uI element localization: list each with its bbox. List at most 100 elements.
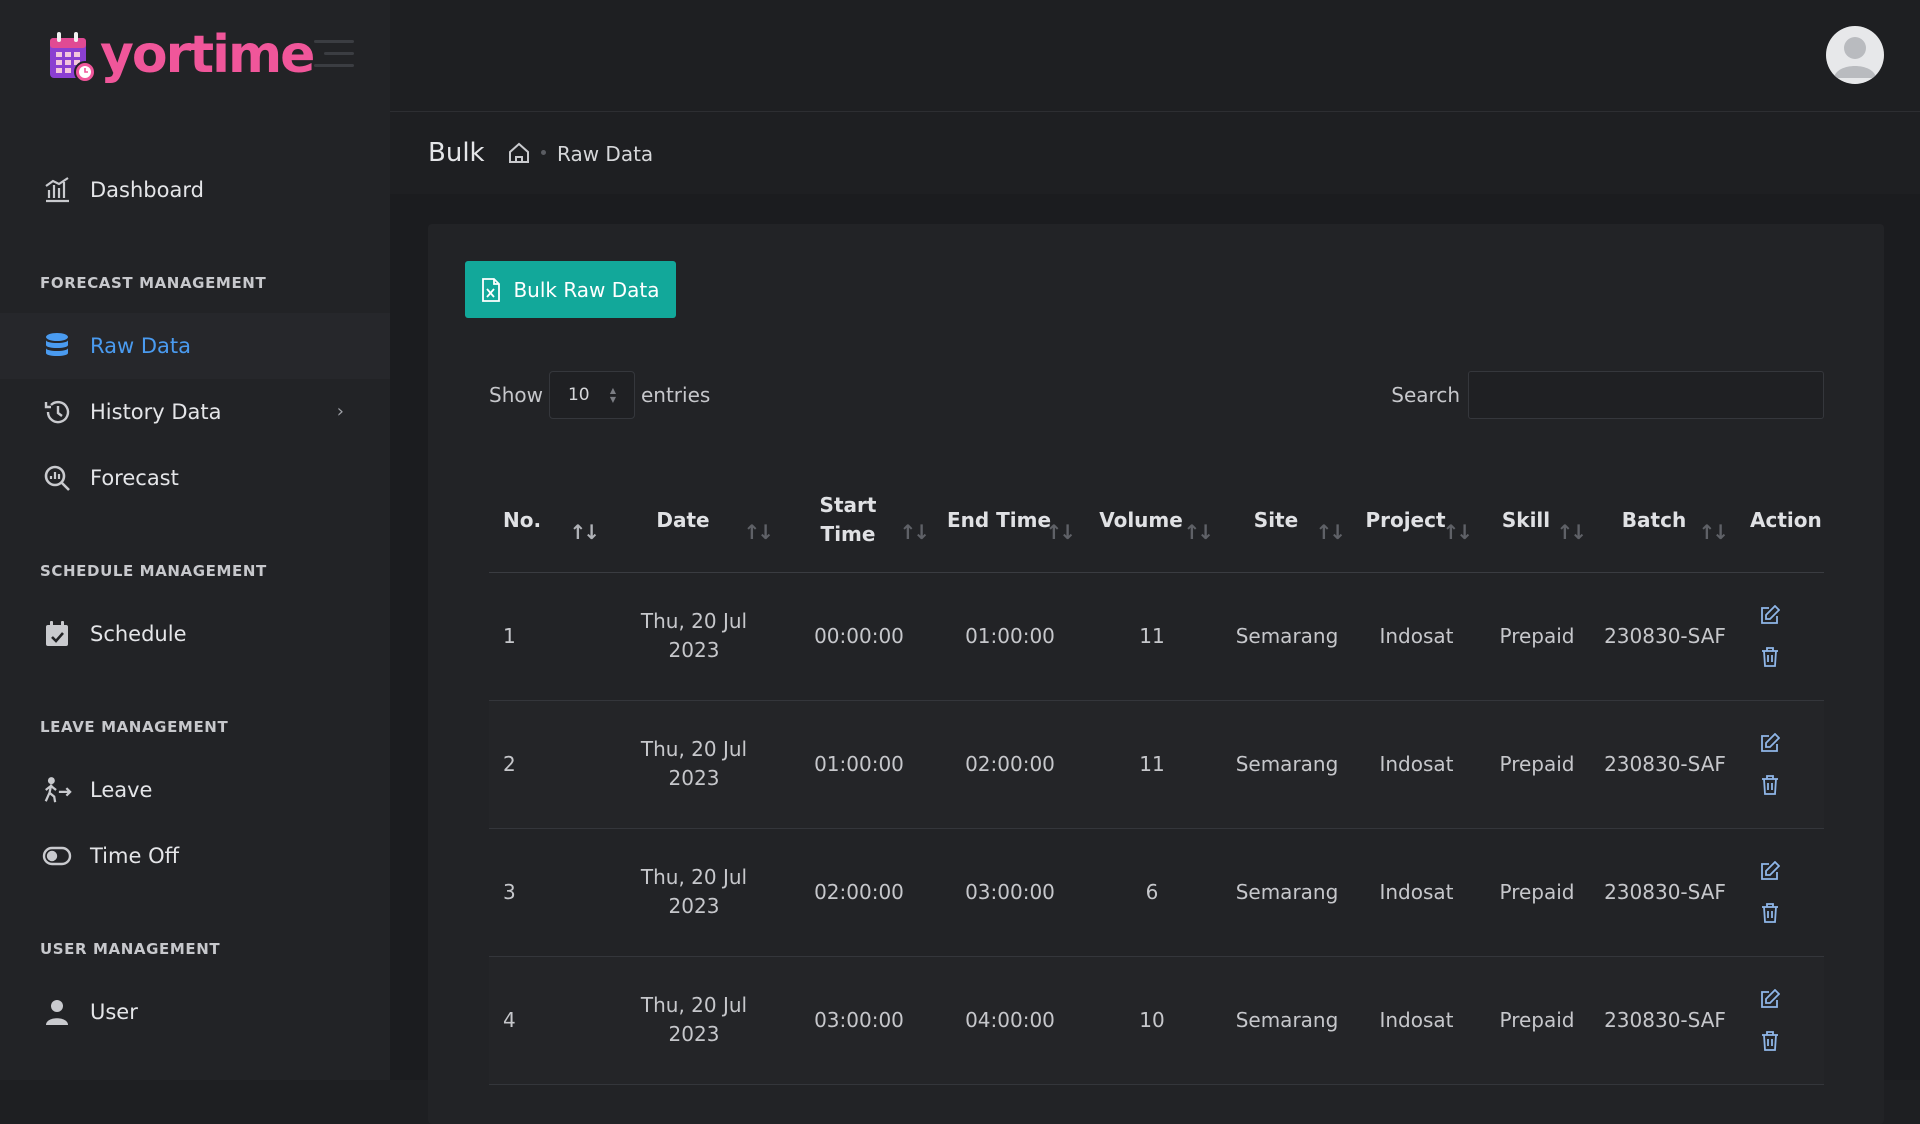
sidebar-item-raw-data[interactable]: Raw Data [0, 313, 390, 379]
trash-icon[interactable] [1761, 1031, 1779, 1051]
edit-icon[interactable] [1760, 605, 1780, 625]
sidebar-item-label: Schedule [90, 622, 187, 646]
sidebar-item-time-off[interactable]: Time Off [0, 823, 390, 889]
avatar[interactable] [1826, 26, 1884, 84]
sidebar-item-schedule[interactable]: Schedule [0, 601, 390, 667]
cell-site: Semarang [1221, 700, 1353, 829]
sidebar-item-history-data[interactable]: History Data › [0, 379, 390, 445]
cell-no: 1 [489, 572, 607, 701]
column-header-no[interactable]: No. ↑↓ [489, 469, 607, 573]
column-header-project[interactable]: Project ↑↓ [1353, 469, 1480, 573]
cell-no: 2 [489, 700, 607, 829]
sort-icon: ↑↓ [1442, 520, 1472, 545]
cell-date: Thu, 20 Jul 2023 [607, 828, 781, 957]
cell-end-time: 02:00:00 [937, 700, 1083, 829]
cell-start-time: 01:00:00 [781, 700, 937, 829]
cell-action [1736, 572, 1824, 701]
sidebar-item-label: Forecast [90, 466, 179, 490]
column-header-batch[interactable]: Batch ↑↓ [1594, 469, 1736, 573]
trash-icon[interactable] [1761, 775, 1779, 795]
breadcrumb: Bulk Raw Data [390, 112, 1920, 194]
cell-end-time: 03:00:00 [937, 828, 1083, 957]
column-header-action: Action [1736, 469, 1824, 573]
menu-toggle-icon[interactable] [314, 40, 354, 76]
column-label: Site [1253, 507, 1299, 532]
page-size-value: 10 [567, 385, 590, 405]
trash-icon[interactable] [1761, 647, 1779, 667]
column-header-date[interactable]: Date ↑↓ [607, 469, 781, 573]
excel-file-icon [481, 277, 501, 302]
cell-start-time: 02:00:00 [781, 828, 937, 957]
cell-action [1736, 828, 1824, 957]
column-label: Volume [1099, 507, 1183, 532]
table-row: 2 Thu, 20 Jul 2023 01:00:00 02:00:00 11 … [489, 700, 1824, 829]
bulk-raw-data-button[interactable]: Bulk Raw Data [465, 261, 676, 318]
cell-end-time: 04:00:00 [937, 956, 1083, 1085]
home-icon[interactable] [508, 142, 530, 168]
cell-volume: 10 [1083, 956, 1221, 1085]
cell-skill: Prepaid [1480, 956, 1594, 1085]
search-input[interactable] [1468, 371, 1824, 419]
cell-skill: Prepaid [1480, 828, 1594, 957]
column-header-skill[interactable]: Skill ↑↓ [1480, 469, 1594, 573]
sidebar-item-forecast[interactable]: Forecast [0, 445, 390, 511]
history-icon [42, 397, 72, 427]
search-label: Search [1391, 383, 1460, 407]
column-label: Date [656, 507, 710, 532]
sidebar-item-label: Time Off [90, 844, 180, 868]
column-header-volume[interactable]: Volume ↑↓ [1083, 469, 1221, 573]
table-row: 3 Thu, 20 Jul 2023 02:00:00 03:00:00 6 S… [489, 828, 1824, 957]
sort-icon: ↑↓ [1315, 520, 1345, 545]
sidebar-item-label: User [90, 1000, 138, 1024]
sidebar-item-label: Raw Data [90, 334, 191, 358]
brand-logo[interactable]: yortime [46, 18, 315, 92]
column-label: No. [503, 507, 542, 532]
breadcrumb-current: Raw Data [557, 142, 654, 166]
page-title: Bulk [428, 138, 485, 168]
edit-icon[interactable] [1760, 861, 1780, 881]
edit-icon[interactable] [1760, 989, 1780, 1009]
sort-icon: ↑↓ [899, 520, 929, 545]
user-avatar-icon [1834, 37, 1876, 78]
sidebar-item-dashboard[interactable]: Dashboard [0, 157, 390, 223]
column-label: Start Time [819, 493, 877, 547]
cell-action [1736, 956, 1824, 1085]
cell-project: Indosat [1353, 956, 1480, 1085]
sidebar-item-user[interactable]: User [0, 979, 390, 1045]
sidebar-item-leave[interactable]: Leave [0, 757, 390, 823]
section-label-leave: LEAVE MANAGEMENT [40, 718, 229, 736]
cell-date: Thu, 20 Jul 2023 [607, 700, 781, 829]
select-arrows-icon: ▲ ▼ [609, 386, 616, 404]
sidebar-item-label: History Data [90, 400, 222, 424]
cell-skill: Prepaid [1480, 572, 1594, 701]
sidebar-item-label: Leave [90, 778, 153, 802]
raw-data-table: No. ↑↓ Date ↑↓ Start Time ↑↓ End Time ↑↓ Vol… [489, 469, 1824, 1085]
search-control: Search [1391, 371, 1824, 419]
cell-volume: 6 [1083, 828, 1221, 957]
section-label-schedule: SCHEDULE MANAGEMENT [40, 562, 267, 580]
edit-icon[interactable] [1760, 733, 1780, 753]
breadcrumb-separator [541, 150, 546, 155]
trash-icon[interactable] [1761, 903, 1779, 923]
column-header-end-time[interactable]: End Time ↑↓ [937, 469, 1083, 573]
cell-batch: 230830-SAF [1594, 700, 1736, 829]
cell-project: Indosat [1353, 700, 1480, 829]
sidebar: yortime Dashboard FORECAST MANAGEMENT Ra… [0, 0, 390, 1080]
column-header-site[interactable]: Site ↑↓ [1221, 469, 1353, 573]
page-size-select[interactable]: 10 ▲ ▼ [548, 371, 635, 419]
column-header-start-time[interactable]: Start Time ↑↓ [781, 469, 937, 573]
section-label-user: USER MANAGEMENT [40, 940, 221, 958]
brand-name: yortime [100, 25, 315, 85]
show-label: Show [489, 383, 543, 407]
cell-project: Indosat [1353, 572, 1480, 701]
sort-icon: ↑↓ [1556, 520, 1586, 545]
cell-site: Semarang [1221, 956, 1353, 1085]
table-row: 4 Thu, 20 Jul 2023 03:00:00 04:00:00 10 … [489, 956, 1824, 1085]
sort-icon: ↑↓ [1045, 520, 1075, 545]
top-bar [390, 0, 1920, 112]
cell-batch: 230830-SAF [1594, 956, 1736, 1085]
column-label: Project [1365, 507, 1446, 532]
person-walking-arrow-icon [42, 775, 72, 805]
chevron-right-icon: › [336, 401, 344, 422]
column-label: Action [1750, 507, 1822, 532]
